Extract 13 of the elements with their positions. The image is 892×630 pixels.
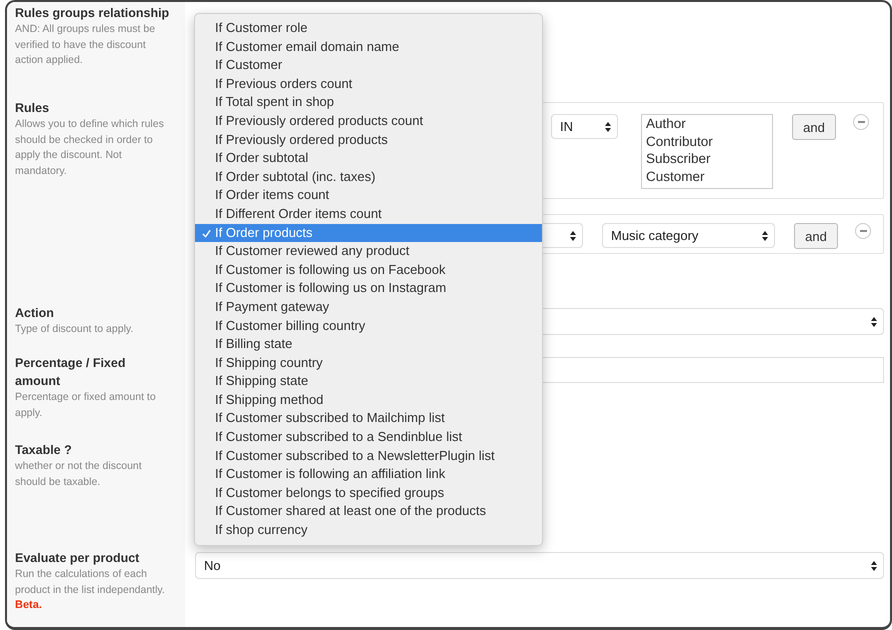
field-help: Type of discount to apply. [15, 322, 134, 337]
field-help: AND: All groups rules must be verified to have the discount action applied. [15, 22, 156, 68]
beta-note: Beta. [15, 598, 43, 612]
field-title: Action [15, 305, 55, 322]
field-title: Percentage / Fixed amount [15, 355, 126, 390]
field-title: Rules [15, 100, 50, 117]
field-title: Rules groups relationship [15, 5, 170, 22]
field-title: Evaluate per product [15, 550, 140, 567]
field-help: whether or not the discount should be taxable. [15, 459, 143, 490]
field-help: Percentage or fixed amount to apply. [15, 390, 157, 420]
field-help: Run the calculations of each product in the list independantly. [15, 567, 166, 598]
field-title: Taxable ? [15, 442, 73, 459]
field-help: Allows you to define which rules should be checked in order to apply the discount. Not mandatory. [15, 117, 165, 178]
